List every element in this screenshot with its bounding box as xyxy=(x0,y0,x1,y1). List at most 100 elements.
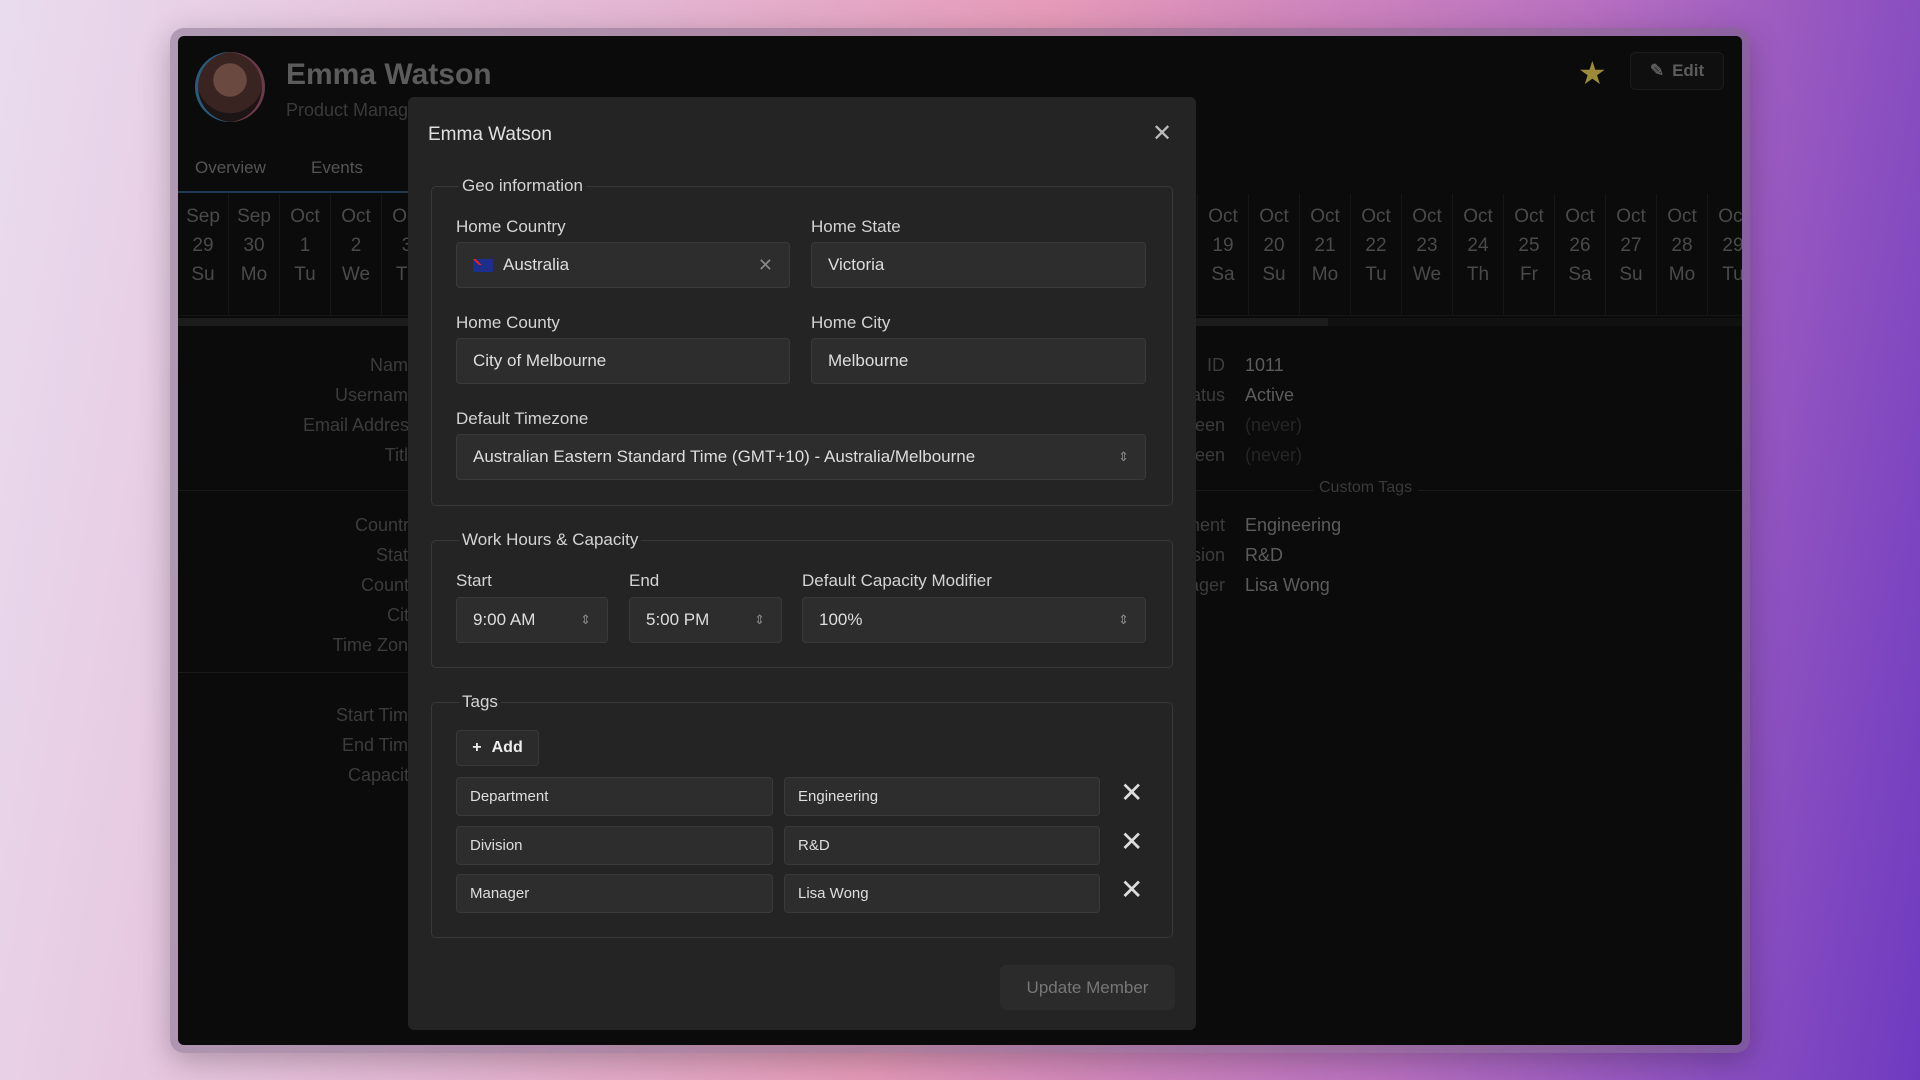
detail-label: Name xyxy=(369,355,418,375)
calendar-day-d: 2 xyxy=(350,235,362,256)
calendar-day-column[interactable]: Oct 25 Fr xyxy=(1504,194,1555,316)
calendar-day-column[interactable]: Oct 26 Sa xyxy=(1555,194,1606,316)
calendar-day-column[interactable]: Oct 29 Tu xyxy=(1708,194,1742,316)
end-time-select[interactable]: 5:00 PM ⇕ xyxy=(629,597,782,643)
timezone-value: Australian Eastern Standard Time (GMT+10… xyxy=(473,447,976,466)
close-icon[interactable]: ✕ xyxy=(1152,119,1172,148)
tab-events[interactable]: Events xyxy=(311,158,363,178)
calendar-day-w: We xyxy=(1412,264,1442,285)
detail-label: End Time xyxy=(341,735,418,755)
home-country-select[interactable]: Australia ✕ xyxy=(456,242,790,288)
detail-label: Time Zone xyxy=(332,635,418,655)
divider xyxy=(178,672,438,673)
remove-tag-icon[interactable]: ✕ xyxy=(1120,825,1143,858)
calendar-day-column[interactable]: Oct 27 Su xyxy=(1606,194,1657,316)
tag-key-input[interactable]: Department xyxy=(456,777,773,816)
update-member-button[interactable]: Update Member xyxy=(1000,965,1175,1010)
tag-value-input[interactable]: R&D xyxy=(784,826,1100,865)
calendar-day-w: We xyxy=(341,264,371,285)
edit-label: Edit xyxy=(1672,61,1705,80)
tag-value-input[interactable]: Lisa Wong xyxy=(784,874,1100,913)
star-icon[interactable]: ★ xyxy=(1578,54,1607,92)
calendar-day-column[interactable]: Oct 1 Tu xyxy=(280,194,331,316)
calendar-day-w: Su xyxy=(1262,264,1286,285)
active-tab-indicator xyxy=(178,191,408,193)
updown-chevron-icon: ⇕ xyxy=(754,612,765,627)
calendar-day-column[interactable]: Sep 30 Mo xyxy=(229,194,280,316)
tag-value: Lisa Wong xyxy=(1245,575,1330,595)
calendar-day-column[interactable]: Oct 19 Sa xyxy=(1198,194,1249,316)
calendar-day-w: Tu xyxy=(1365,264,1387,285)
calendar-day-column[interactable]: Oct 24 Th xyxy=(1453,194,1504,316)
calendar-day-w: Sa xyxy=(1211,264,1235,285)
calendar-day-column[interactable]: Oct 28 Mo xyxy=(1657,194,1708,316)
add-label: Add xyxy=(491,739,523,756)
calendar-day-m: Oct xyxy=(1667,206,1697,227)
calendar-day-m: Sep xyxy=(237,206,271,227)
tag-key-input[interactable]: Manager xyxy=(456,874,773,913)
calendar-day-column[interactable]: Oct 22 Tu xyxy=(1351,194,1402,316)
calendar-day-w: Su xyxy=(191,264,215,285)
calendar-day-w: Th xyxy=(1466,264,1490,285)
detail-label: Username xyxy=(334,385,418,405)
calendar-day-w: Mo xyxy=(1668,264,1696,285)
calendar-day-d: 29 xyxy=(192,235,214,256)
calendar-day-d: 19 xyxy=(1212,235,1234,256)
profile-name: Emma Watson xyxy=(286,58,492,91)
remove-tag-icon[interactable]: ✕ xyxy=(1120,776,1143,809)
home-country-value: Australia xyxy=(503,255,570,274)
divider xyxy=(1178,490,1742,491)
calendar-day-m: Sep xyxy=(186,206,220,227)
start-time-select[interactable]: 9:00 AM ⇕ xyxy=(456,597,608,643)
calendar-day-m: Oct xyxy=(341,206,371,227)
plus-icon: + xyxy=(472,739,482,756)
home-county-label: Home County xyxy=(456,313,560,332)
timezone-select[interactable]: Australian Eastern Standard Time (GMT+10… xyxy=(456,434,1146,480)
calendar-day-d: 22 xyxy=(1365,235,1387,256)
calendar-day-d: 23 xyxy=(1416,235,1438,256)
clear-icon[interactable]: ✕ xyxy=(758,255,773,276)
geo-legend: Geo information xyxy=(462,176,583,195)
calendar-day-d: 24 xyxy=(1467,235,1489,256)
calendar-day-m: Oct xyxy=(1412,206,1442,227)
calendar-day-m: Oct xyxy=(1259,206,1289,227)
australia-flag-icon xyxy=(473,258,493,272)
calendar-day-d: 21 xyxy=(1314,235,1336,256)
calendar-day-column[interactable]: Oct 23 We xyxy=(1402,194,1453,316)
edit-button[interactable]: ✎ Edit xyxy=(1630,52,1724,90)
detail-label: Start Time xyxy=(335,705,418,725)
detail-value: 1011 xyxy=(1245,355,1284,375)
home-county-input[interactable]: City of Melbourne xyxy=(456,338,790,384)
capacity-value: 100% xyxy=(819,610,863,629)
capacity-label: Default Capacity Modifier xyxy=(802,571,992,590)
calendar-day-m: Oct xyxy=(1514,206,1544,227)
remove-tag-icon[interactable]: ✕ xyxy=(1120,873,1143,906)
calendar-day-column[interactable]: Oct 2 We xyxy=(331,194,382,316)
tag-value-input[interactable]: Engineering xyxy=(784,777,1100,816)
detail-value: (never) xyxy=(1245,415,1303,435)
calendar-day-w: Mo xyxy=(240,264,268,285)
calendar-day-w: Sa xyxy=(1568,264,1592,285)
calendar-day-column[interactable]: Oct 21 Mo xyxy=(1300,194,1351,316)
calendar-day-w: Su xyxy=(1619,264,1643,285)
calendar-day-w: Fr xyxy=(1520,264,1538,285)
calendar-day-column[interactable]: Oct 20 Su xyxy=(1249,194,1300,316)
home-state-input[interactable]: Victoria xyxy=(811,242,1146,288)
tags-legend: Tags xyxy=(462,692,498,711)
profile-subtitle: Product Manager xyxy=(286,100,425,120)
tag-value: Engineering xyxy=(1245,515,1342,535)
home-city-input[interactable]: Melbourne xyxy=(811,338,1146,384)
detail-value: Active xyxy=(1245,385,1295,405)
calendar-day-m: Oct xyxy=(290,206,320,227)
start-label: Start xyxy=(456,571,492,590)
calendar-day-m: Oct xyxy=(1565,206,1595,227)
capacity-select[interactable]: 100% ⇕ xyxy=(802,597,1146,643)
calendar-day-column[interactable]: Sep 29 Su xyxy=(178,194,229,316)
detail-label: Country xyxy=(354,515,418,535)
add-tag-button[interactable]: + Add xyxy=(456,730,539,766)
tab-overview[interactable]: Overview xyxy=(195,158,266,178)
tag-key-input[interactable]: Division xyxy=(456,826,773,865)
updown-chevron-icon: ⇕ xyxy=(1118,449,1129,464)
calendar-day-d: 1 xyxy=(299,235,311,256)
calendar-day-d: 30 xyxy=(243,235,265,256)
